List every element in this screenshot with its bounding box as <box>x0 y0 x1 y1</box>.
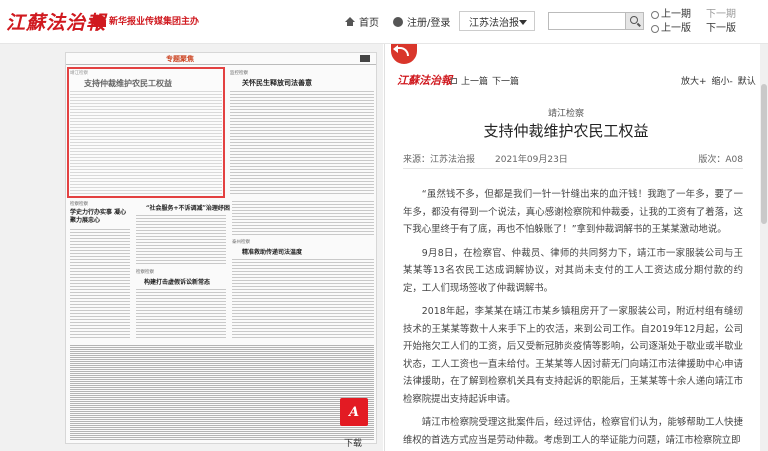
article-meta: 来源：江苏法治报 2021年09月23日 版次：A08 <box>403 152 743 165</box>
article-tag: 泰州检察 <box>232 240 250 245</box>
article-source: 来源：江苏法治报 <box>403 155 476 165</box>
prev-icon <box>651 11 659 19</box>
article-text <box>70 229 130 339</box>
article-title[interactable]: 关怀民生释放司法善意 <box>242 78 312 88</box>
prev-issue-link[interactable]: 上一期 <box>651 8 691 22</box>
article-paragraph: 2018年起，李某某在靖江市某乡镇租房开了一家服装公司，附近村组有缝纫技术的王某… <box>403 306 743 405</box>
back-button[interactable] <box>391 44 417 64</box>
article-paragraph: “虽然钱不多，但都是我们一针一针缝出来的血汗钱！我跑了一年多，要了一年多，都没有… <box>403 189 743 235</box>
article-section: 靖江检察 <box>547 109 584 119</box>
classifieds-block <box>70 345 374 441</box>
article-title[interactable]: “社会服务+不诉调减”治理纾困 <box>146 203 230 212</box>
zoom-controls: 放大+ 缩小- 默认 <box>681 74 756 87</box>
back-arrow-icon <box>393 45 409 56</box>
article-tag: 检察检察 <box>136 270 154 275</box>
article-tag: 监控检察 <box>230 71 248 76</box>
paper-select-value: 江苏法治报 <box>469 17 519 29</box>
login-link[interactable]: 注册/登录 <box>393 14 450 29</box>
article-title: 支持仲裁维护农民工权益 <box>483 122 649 140</box>
scrollbar[interactable] <box>760 44 768 451</box>
user-icon <box>393 16 403 27</box>
top-header: 江蘇法治報 新华报业传媒集团主办 首页 注册/登录 江苏法治报 上一期 上一版 … <box>0 0 768 44</box>
article-nav: 上一篇 下一篇 <box>451 74 519 87</box>
publisher-name: 新华报业传媒集团主办 <box>109 17 200 27</box>
next-page-link[interactable]: 下一版 <box>706 22 736 36</box>
page-number-badge <box>360 55 370 62</box>
home-label: 首页 <box>359 18 379 29</box>
article-text <box>230 91 374 195</box>
zoom-out-button[interactable]: 缩小- <box>712 74 733 87</box>
article-title[interactable]: 精准救助传递司法温度 <box>242 247 302 256</box>
article-text <box>232 259 374 339</box>
login-label: 注册/登录 <box>407 18 451 29</box>
site-logo[interactable]: 江蘇法治報 <box>6 8 106 35</box>
prev-article-link[interactable]: 上一篇 <box>461 74 488 87</box>
issue-nav-left: 上一期 上一版 <box>651 8 691 36</box>
article-date: 2021年09月23日 <box>495 155 568 165</box>
paper-select[interactable]: 江苏法治报 <box>459 11 535 31</box>
search-button[interactable] <box>626 12 644 30</box>
download-label[interactable]: 下载 <box>344 436 362 449</box>
article-tag: 检察检察 <box>70 202 88 207</box>
home-icon <box>345 17 355 26</box>
next-article-link[interactable]: 下一篇 <box>492 74 519 87</box>
home-link[interactable]: 首页 <box>345 14 379 29</box>
newspaper-pane: 专题聚焦 靖江检察 支持仲裁维护农民工权益 监控检察 关怀民生释放司法善意 检察… <box>0 44 383 451</box>
selected-article-highlight[interactable] <box>67 67 225 198</box>
page-section: 专题聚焦 <box>166 55 194 63</box>
article-title[interactable]: 学史力行办实事 凝心聚力展忠心 <box>70 209 130 225</box>
scrollbar-thumb[interactable] <box>761 84 767 224</box>
divider <box>403 168 743 169</box>
article-edition: 版次：A08 <box>698 155 743 165</box>
article-pane: 江蘇法治報 上一篇 下一篇 放大+ 缩小- 默认 靖江检察 支持仲裁维护农民工权… <box>384 44 768 451</box>
article-paragraph: 靖江市检察院受理这批案件后，经过评估，检察官们认为，能够帮助工人快捷维权的首选方… <box>403 417 743 446</box>
publisher-logo: 新华报业传媒集团主办 <box>92 14 199 27</box>
article-paragraph: 9月8日，在检察官、仲裁员、律师的共同努力下，靖江市一家服装公司与王某某等13名… <box>403 247 743 294</box>
page-header: 专题聚焦 <box>66 53 376 65</box>
pdf-download-icon[interactable]: A <box>340 398 368 426</box>
article-text <box>232 201 374 235</box>
prev-icon <box>651 25 659 33</box>
zoom-in-button[interactable]: 放大+ <box>681 74 707 87</box>
article-title[interactable]: 构建打击虚假诉讼新常态 <box>144 277 210 286</box>
newspaper-page[interactable]: 专题聚焦 靖江检察 支持仲裁维护农民工权益 监控检察 关怀民生释放司法善意 检察… <box>65 52 377 444</box>
article-text <box>136 289 226 339</box>
chevron-down-icon <box>519 20 527 25</box>
publisher-mark-icon <box>92 14 106 27</box>
article-body: “虽然钱不多，但都是我们一针一针缝出来的血汗钱！我跑了一年多，要了一年多，都没有… <box>403 186 743 451</box>
list-icon <box>451 77 457 84</box>
zoom-default-button[interactable]: 默认 <box>738 74 756 87</box>
article-text <box>136 215 226 265</box>
next-issue-link[interactable]: 下一期 <box>706 8 736 22</box>
article-logo: 江蘇法治報 <box>397 74 452 87</box>
issue-nav-right: 下一期 下一版 <box>706 8 736 36</box>
search-input[interactable] <box>548 12 626 30</box>
prev-page-link[interactable]: 上一版 <box>651 22 691 36</box>
